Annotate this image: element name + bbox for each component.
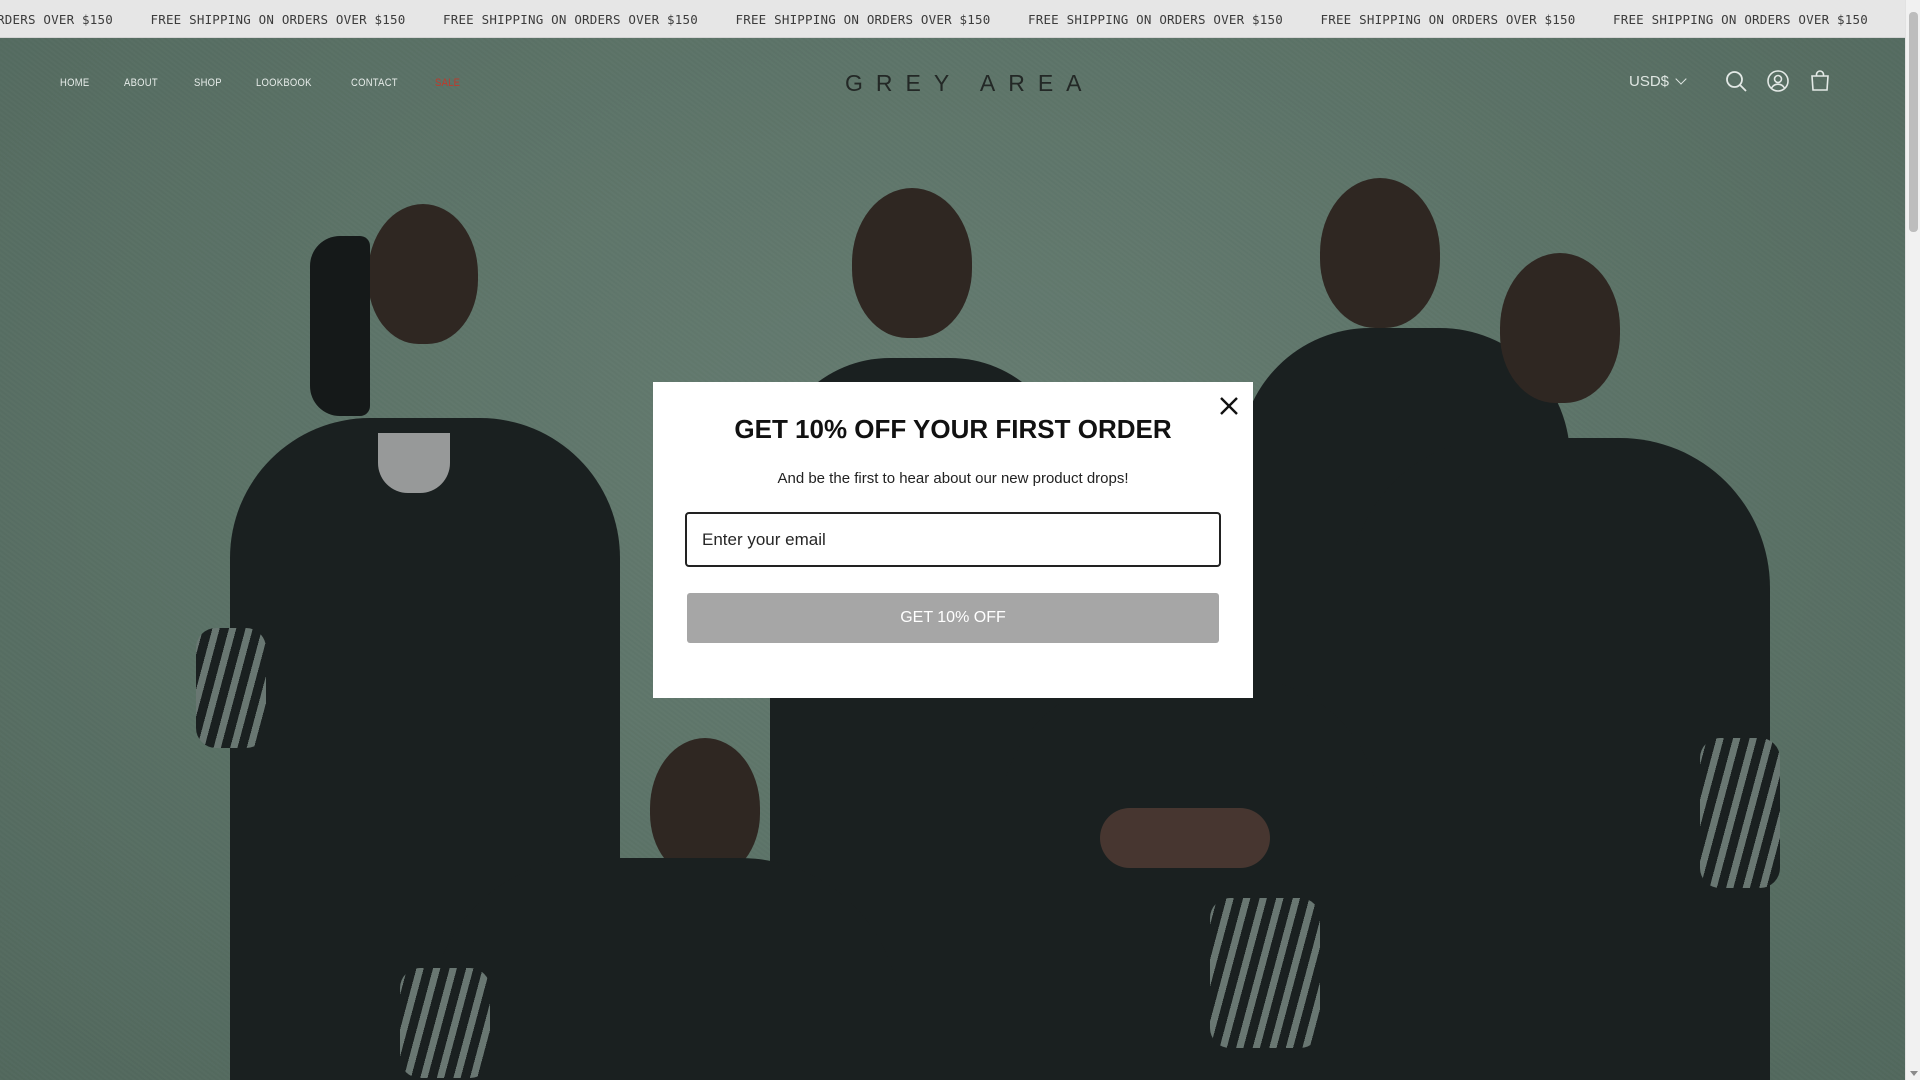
logo-text: GREY AREA [845,69,1095,96]
cart-button[interactable] [1807,68,1833,94]
popup-title: GET 10% OFF YOUR FIRST ORDER [734,414,1172,444]
nav-item-about[interactable]: ABOUT [124,77,158,89]
page-scrollbar[interactable] [1905,0,1920,1080]
chevron-down-icon [1675,73,1687,85]
popup-subtitle: And be the first to hear about our new p… [777,470,1129,487]
page: FREE SHIPPING ON ORDERS OVER $150 FREE S… [0,0,1905,1080]
search-button[interactable] [1723,68,1749,94]
get-discount-button[interactable]: GET 10% OFF [687,593,1219,643]
scrollbar-thumb[interactable] [1909,12,1918,232]
site-logo[interactable]: GREY AREA [845,70,1082,96]
nav-item-shop[interactable]: SHOP [194,77,222,89]
site-header: HOME ABOUT SHOP LOOKBOOK CONTACT SALE GR… [0,38,1905,128]
header-actions: USD$ [1629,68,1833,94]
announcement-text: FREE SHIPPING ON ORDERS OVER $150 [150,11,406,27]
announcement-text: FREE SHIPPING ON ORDERS OVER $150 [443,11,698,27]
email-field[interactable] [685,512,1221,567]
main-nav: HOME ABOUT SHOP LOOKBOOK CONTACT SALE [60,77,495,89]
announcement-bar: FREE SHIPPING ON ORDERS OVER $150 FREE S… [0,0,1905,38]
announcement-text: FREE SHIPPING ON ORDERS OVER $150 [1320,11,1576,27]
nav-item-contact[interactable]: CONTACT [351,77,398,89]
account-button[interactable] [1765,68,1791,94]
search-icon [1726,71,1747,92]
currency-label: USD$ [1628,72,1669,90]
account-icon [1767,70,1789,92]
currency-selector[interactable]: USD$ [1628,72,1687,90]
announcement-text: FREE SHIPPING ON ORDERS OVER $150 [735,11,991,27]
nav-item-home[interactable]: HOME [60,77,89,89]
announcement-text: FREE SHIPPING ON ORDERS OVER $150 [0,11,113,27]
announcement-text: FREE SHIPPING ON ORDERS OVER $150 [1613,11,1868,27]
scroll-down-arrow-icon[interactable] [1910,1071,1918,1076]
cart-icon [1811,70,1829,91]
discount-popup: GET 10% OFF YOUR FIRST ORDER And be the … [653,382,1253,698]
nav-item-lookbook[interactable]: LOOKBOOK [256,77,312,89]
announcement-marquee: FREE SHIPPING ON ORDERS OVER $150 FREE S… [0,0,1905,37]
announcement-text: FREE SHIPPING ON ORDERS OVER $150 [1028,11,1283,27]
nav-item-sale[interactable]: SALE [435,77,460,89]
